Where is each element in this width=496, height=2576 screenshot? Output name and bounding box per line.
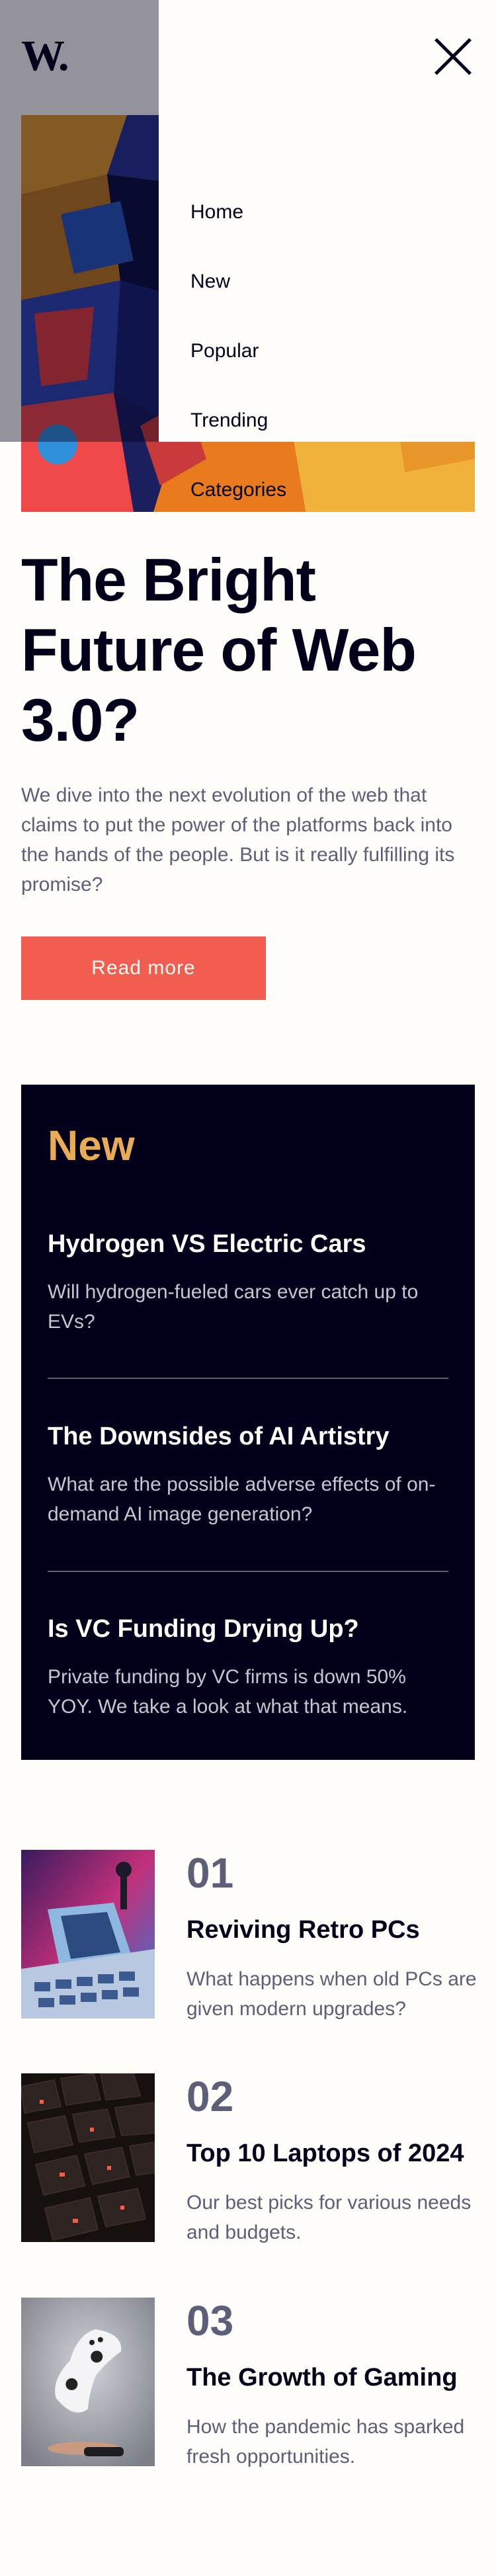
new-item-title[interactable]: The Downsides of AI Artistry — [48, 1424, 451, 1449]
menu-overlay[interactable] — [0, 0, 159, 442]
menu-item-home[interactable]: Home — [190, 202, 243, 222]
item-text: Our best picks for various needs and bud… — [186, 2192, 472, 2243]
item-number: 03 — [186, 2297, 234, 2345]
new-item-text: What are the possible adverse effects of… — [48, 1474, 436, 1525]
close-menu-button[interactable] — [433, 36, 474, 77]
item-text: How the pandemic has sparked fresh oppor… — [186, 2416, 465, 2468]
item-title[interactable]: Reviving Retro PCs — [186, 1917, 484, 1942]
new-item-title[interactable]: Hydrogen VS Electric Cars — [48, 1231, 451, 1257]
game-controller-image[interactable] — [21, 2298, 155, 2466]
hero-title: The Bright Future of Web 3.0? — [21, 547, 417, 754]
item-title[interactable]: The Growth of Gaming — [186, 2365, 484, 2390]
menu-item-popular[interactable]: Popular — [190, 341, 259, 361]
new-item-text: Will hydrogen-fueled cars ever catch up … — [48, 1281, 419, 1333]
hero-description: We dive into the next evolution of the w… — [21, 784, 455, 895]
item-title[interactable]: Top 10 Laptops of 2024 — [186, 2141, 484, 2166]
new-item-title[interactable]: Is VC Funding Drying Up? — [48, 1616, 451, 1641]
laptop-keyboard-image[interactable] — [21, 2073, 155, 2242]
item-number: 01 — [186, 1849, 234, 1897]
retro-pc-image[interactable] — [21, 1850, 155, 2018]
menu-item-new[interactable]: New — [190, 272, 230, 292]
new-heading: New — [48, 1122, 135, 1169]
read-more-button[interactable]: Read more — [21, 936, 266, 1000]
divider — [48, 1571, 448, 1572]
menu-item-trending[interactable]: Trending — [190, 411, 268, 431]
item-number: 02 — [186, 2073, 234, 2120]
menu-item-categories[interactable]: Categories — [190, 480, 286, 500]
divider — [48, 1378, 448, 1379]
new-item-text: Private funding by VC firms is down 50% … — [48, 1666, 408, 1718]
item-text: What happens when old PCs are given mode… — [186, 1968, 477, 2020]
